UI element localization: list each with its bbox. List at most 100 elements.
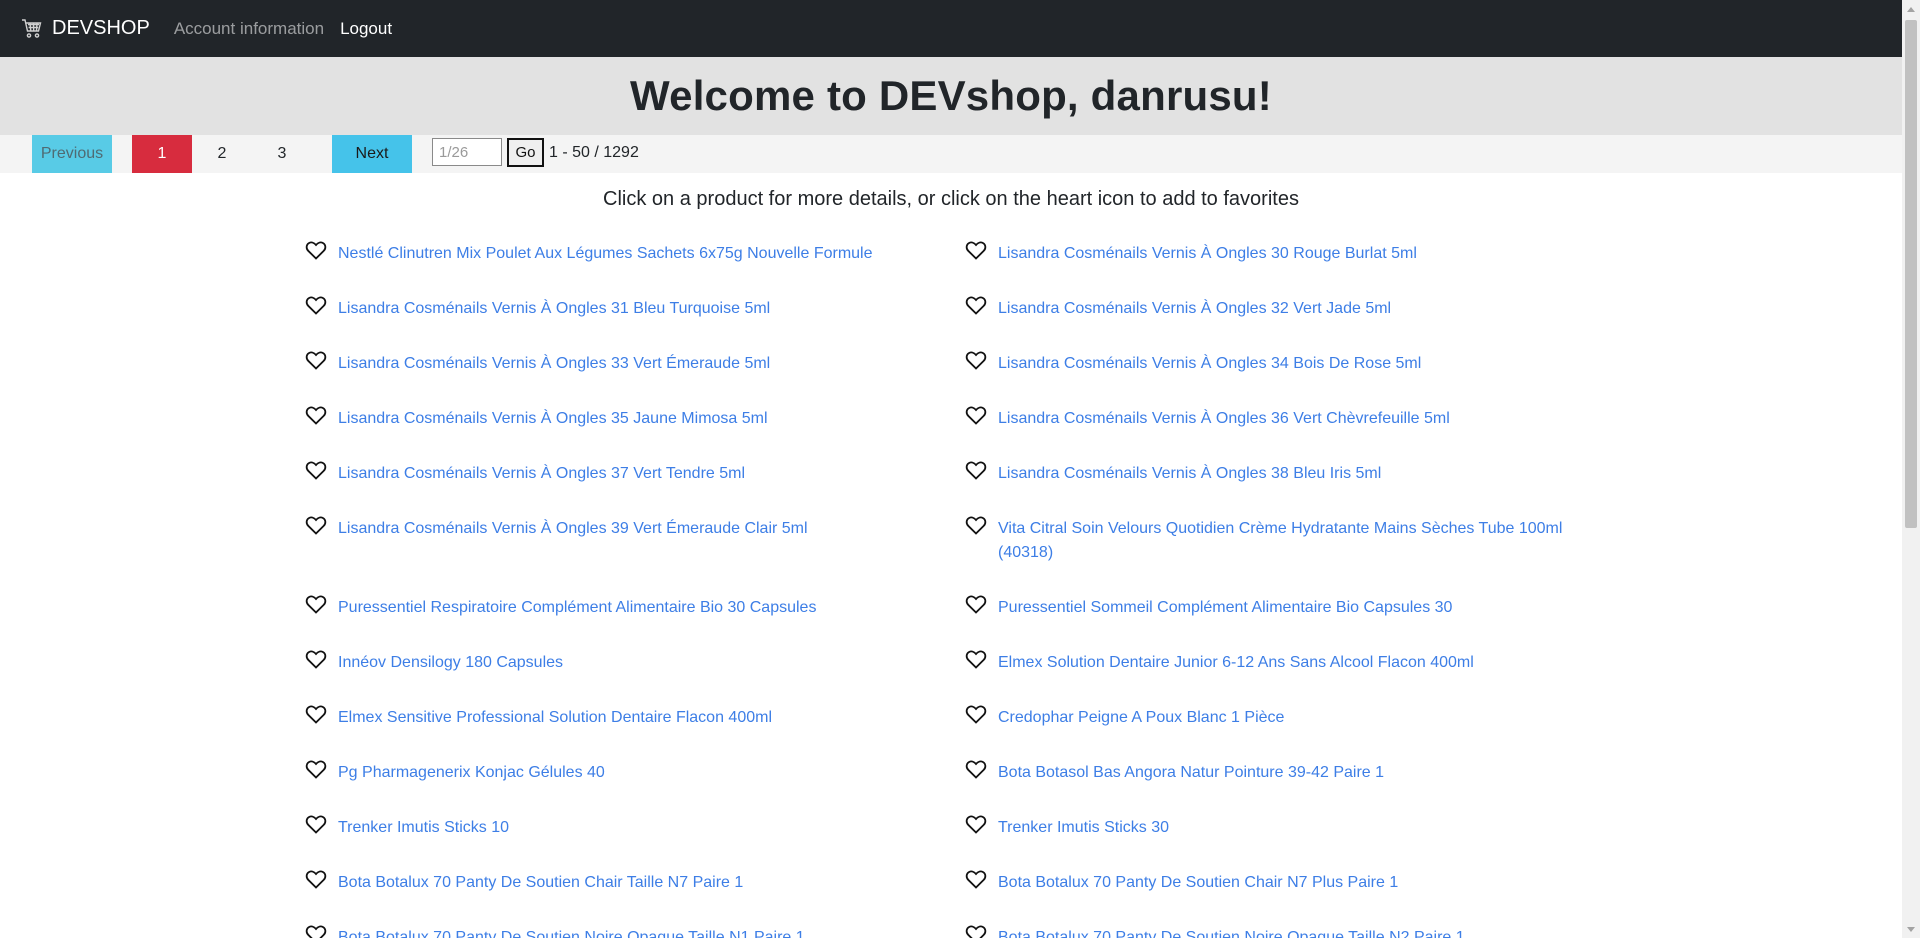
result-range: 1 - 50 / 1292 [549,144,639,161]
product-item: Lisandra Cosménails Vernis À Ongles 30 R… [960,232,1620,287]
heart-icon[interactable] [304,647,328,671]
product-list: Nestlé Clinutren Mix Poulet Aux Légumes … [300,232,1620,938]
page-2-button[interactable]: 2 [192,135,252,173]
product-link[interactable]: Lisandra Cosménails Vernis À Ongles 30 R… [960,242,1620,266]
product-link[interactable]: Trenker Imutis Sticks 10 [300,816,960,840]
heart-icon[interactable] [964,513,988,537]
heart-icon[interactable] [964,293,988,317]
heart-icon[interactable] [964,403,988,427]
heart-icon[interactable] [304,458,328,482]
heart-icon[interactable] [304,812,328,836]
product-link[interactable]: Pg Pharmagenerix Konjac Gélules 40 [300,761,960,785]
product-item: Bota Botalux 70 Panty De Soutien Noire O… [960,916,1620,938]
product-link[interactable]: Lisandra Cosménails Vernis À Ongles 34 B… [960,352,1620,376]
product-item: Credophar Peigne A Poux Blanc 1 Pièce [960,696,1620,751]
nav-logout[interactable]: Logout [340,19,392,39]
scrollbar-thumb[interactable] [1905,20,1917,528]
heart-icon[interactable] [964,238,988,262]
page-1-button[interactable]: 1 [132,135,192,173]
product-link[interactable]: Lisandra Cosménails Vernis À Ongles 37 V… [300,462,960,486]
product-item: Innéov Densilogy 180 Capsules [300,641,960,696]
heart-icon[interactable] [304,592,328,616]
product-item: Vita Citral Soin Velours Quotidien Crème… [960,507,1620,586]
heart-icon[interactable] [964,812,988,836]
page: DEVSHOP Account information Logout Welco… [0,0,1902,938]
product-link[interactable]: Nestlé Clinutren Mix Poulet Aux Légumes … [300,242,960,266]
product-link[interactable]: Vita Citral Soin Velours Quotidien Crème… [960,517,1620,565]
heart-icon[interactable] [304,238,328,262]
heart-icon[interactable] [964,647,988,671]
page-title: Welcome to DEVshop, danrusu! [630,72,1272,119]
product-item: Trenker Imutis Sticks 10 [300,806,960,861]
product-item: Lisandra Cosménails Vernis À Ongles 39 V… [300,507,960,586]
page-3-button[interactable]: 3 [252,135,312,173]
product-link[interactable]: Trenker Imutis Sticks 30 [960,816,1620,840]
heart-icon[interactable] [304,867,328,891]
heart-icon[interactable] [964,702,988,726]
product-link[interactable]: Bota Botalux 70 Panty De Soutien Noire O… [960,926,1620,938]
heart-icon[interactable] [304,757,328,781]
go-button[interactable]: Go [507,138,544,167]
product-link[interactable]: Lisandra Cosménails Vernis À Ongles 36 V… [960,407,1620,431]
product-item: Elmex Solution Dentaire Junior 6-12 Ans … [960,641,1620,696]
next-button[interactable]: Next [332,135,412,173]
shopping-cart-icon [22,18,42,38]
product-link[interactable]: Credophar Peigne A Poux Blanc 1 Pièce [960,706,1620,730]
product-item: Trenker Imutis Sticks 30 [960,806,1620,861]
heart-icon[interactable] [304,293,328,317]
product-link[interactable]: Lisandra Cosménails Vernis À Ongles 35 J… [300,407,960,431]
product-item: Puressentiel Respiratoire Complément Ali… [300,586,960,641]
navbar: DEVSHOP Account information Logout [0,0,1902,57]
product-item: Lisandra Cosménails Vernis À Ongles 37 V… [300,452,960,507]
brand-label: DEVSHOP [52,17,150,39]
product-link[interactable]: Lisandra Cosménails Vernis À Ongles 39 V… [300,517,960,541]
product-item: Bota Botalux 70 Panty De Soutien Noire O… [300,916,960,938]
product-link[interactable]: Lisandra Cosménails Vernis À Ongles 31 B… [300,297,960,321]
product-link[interactable]: Lisandra Cosménails Vernis À Ongles 38 B… [960,462,1620,486]
heart-icon[interactable] [304,348,328,372]
product-link[interactable]: Lisandra Cosménails Vernis À Ongles 32 V… [960,297,1620,321]
heart-icon[interactable] [304,513,328,537]
product-item: Lisandra Cosménails Vernis À Ongles 31 B… [300,287,960,342]
heart-icon[interactable] [304,702,328,726]
nav-account-information[interactable]: Account information [174,19,324,39]
product-link[interactable]: Puressentiel Respiratoire Complément Ali… [300,596,960,620]
heart-icon[interactable] [964,348,988,372]
heart-icon[interactable] [304,403,328,427]
scroll-up-arrow-icon[interactable] [1902,0,1920,17]
heart-icon[interactable] [964,757,988,781]
product-link[interactable]: Puressentiel Sommeil Complément Alimenta… [960,596,1620,620]
heart-icon[interactable] [304,922,328,938]
product-item: Lisandra Cosménails Vernis À Ongles 33 V… [300,342,960,397]
product-link[interactable]: Innéov Densilogy 180 Capsules [300,651,960,675]
product-link[interactable]: Elmex Sensitive Professional Solution De… [300,706,960,730]
heart-icon[interactable] [964,922,988,938]
product-item: Nestlé Clinutren Mix Poulet Aux Légumes … [300,232,960,287]
product-item: Lisandra Cosménails Vernis À Ongles 35 J… [300,397,960,452]
product-item: Bota Botalux 70 Panty De Soutien Chair N… [960,861,1620,916]
product-item: Bota Botalux 70 Panty De Soutien Chair T… [300,861,960,916]
scrollbar[interactable] [1902,0,1920,938]
brand[interactable]: DEVSHOP [20,17,150,41]
product-item: Pg Pharmagenerix Konjac Gélules 40 [300,751,960,806]
product-item: Lisandra Cosménails Vernis À Ongles 32 V… [960,287,1620,342]
heart-icon[interactable] [964,592,988,616]
product-link[interactable]: Bota Botalux 70 Panty De Soutien Chair N… [960,871,1620,895]
pagination: Previous 1 2 3 Next Go 1 - 50 / 1292 [0,135,1902,173]
instruction-text: Click on a product for more details, or … [603,188,1299,210]
product-link[interactable]: Bota Botalux 70 Panty De Soutien Chair T… [300,871,960,895]
product-item: Bota Botasol Bas Angora Natur Pointure 3… [960,751,1620,806]
product-link[interactable]: Bota Botasol Bas Angora Natur Pointure 3… [960,761,1620,785]
heart-icon[interactable] [964,867,988,891]
welcome-banner: Welcome to DEVshop, danrusu! [0,57,1902,135]
scroll-down-arrow-icon[interactable] [1902,921,1920,938]
product-item: Lisandra Cosménails Vernis À Ongles 36 V… [960,397,1620,452]
product-item: Lisandra Cosménails Vernis À Ongles 34 B… [960,342,1620,397]
product-item: Lisandra Cosménails Vernis À Ongles 38 B… [960,452,1620,507]
product-link[interactable]: Lisandra Cosménails Vernis À Ongles 33 V… [300,352,960,376]
page-number-input[interactable] [432,138,502,166]
product-link[interactable]: Elmex Solution Dentaire Junior 6-12 Ans … [960,651,1620,675]
previous-button[interactable]: Previous [32,135,112,173]
heart-icon[interactable] [964,458,988,482]
product-link[interactable]: Bota Botalux 70 Panty De Soutien Noire O… [300,926,960,938]
